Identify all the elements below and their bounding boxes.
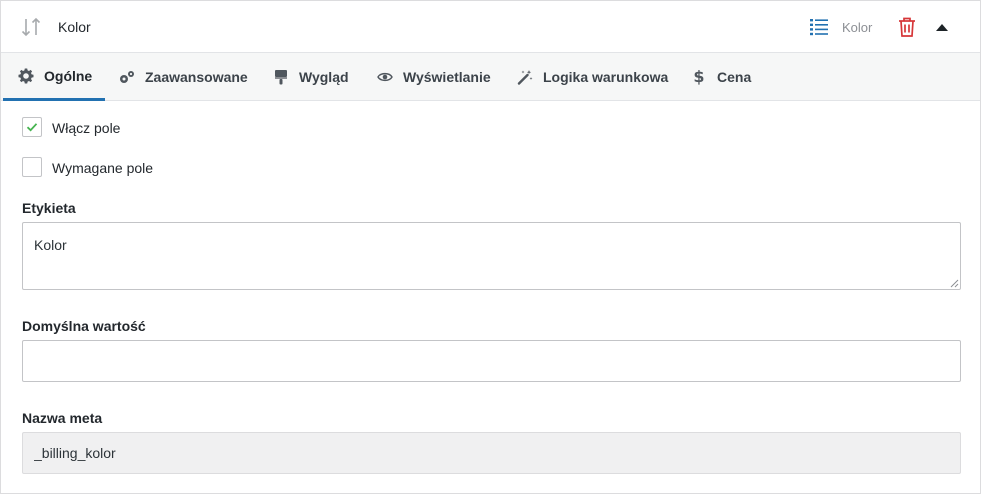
enable-field-checkbox[interactable] [22, 117, 42, 137]
check-icon [26, 123, 38, 132]
caret-up-icon[interactable] [934, 21, 950, 33]
list-icon [810, 19, 828, 36]
label-textarea[interactable]: Kolor [22, 222, 961, 290]
sort-arrows-icon[interactable] [20, 17, 42, 37]
tab-bar: Ogólne Zaawansowane Wygląd Wyświetlanie … [1, 53, 980, 101]
tab-label: Ogólne [44, 67, 93, 84]
dollar-icon: $ [693, 67, 705, 86]
enable-field-label: Włącz pole [52, 120, 121, 136]
field-editor-panel: Kolor Kolor Ogólne Zaawansowane Wygląd W… [0, 0, 981, 494]
tab-wyswietlanie[interactable]: Wyświetlanie [377, 53, 491, 101]
required-field-label: Wymagane pole [52, 160, 154, 176]
field-type-indicator: Kolor [810, 17, 872, 37]
eye-icon [377, 72, 393, 82]
meta-name-input[interactable] [22, 432, 961, 474]
tab-label: Wygląd [299, 69, 349, 85]
tab-label: Wyświetlanie [403, 69, 491, 85]
field-type-label: Kolor [842, 19, 873, 35]
default-value-input[interactable] [22, 340, 961, 382]
tab-label: Zaawansowane [145, 69, 248, 85]
field-header[interactable]: Kolor Kolor [1, 1, 980, 53]
tab-label: Cena [717, 69, 752, 85]
paint-brush-icon [275, 70, 287, 85]
tab-ogolne[interactable]: Ogólne [3, 53, 105, 101]
required-field-checkbox[interactable] [22, 157, 42, 177]
tab-wyglad[interactable]: Wygląd [273, 53, 349, 101]
resize-grip-icon[interactable] [949, 278, 959, 288]
tab-label: Logika warunkowa [543, 69, 669, 85]
gear-icon [18, 68, 34, 83]
tab-logika-warunkowa[interactable]: Logika warunkowa [517, 53, 668, 101]
default-value-title: Domyślna wartość [22, 318, 146, 334]
field-title: Kolor [58, 19, 91, 35]
tab-zaawansowane[interactable]: Zaawansowane [119, 53, 248, 101]
tab-cena[interactable]: $ Cena [691, 53, 751, 101]
meta-name-title: Nazwa meta [22, 410, 103, 426]
magic-wand-icon [517, 70, 533, 85]
trash-icon[interactable] [897, 16, 917, 38]
label-field-title: Etykieta [22, 200, 76, 216]
gears-icon [120, 71, 134, 83]
